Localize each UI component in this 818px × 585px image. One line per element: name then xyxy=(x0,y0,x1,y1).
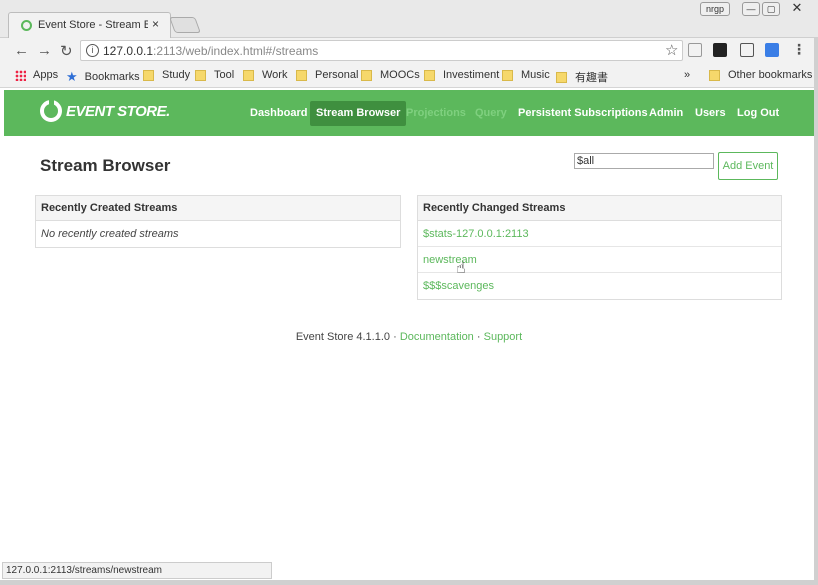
list-item: $stats-127.0.0.1:2113 xyxy=(418,221,781,247)
url-path: :2113/web/index.html#/streams xyxy=(153,44,319,58)
list-item: $$$scavenges xyxy=(418,273,781,299)
nav-stream-browser[interactable]: Stream Browser xyxy=(310,101,407,126)
window-frame xyxy=(814,38,818,585)
nav-users[interactable]: Users xyxy=(695,101,726,126)
bookmark-label: Personal xyxy=(315,69,359,81)
stream-link[interactable]: $stats-127.0.0.1:2113 xyxy=(423,228,529,240)
separator: · xyxy=(393,331,397,343)
bookmark-apps[interactable]: Apps xyxy=(15,69,58,81)
tab-title: Event Store - Stream Browser xyxy=(38,19,148,31)
extension-reader-icon[interactable] xyxy=(740,43,754,57)
url-host: 127.0.0.1 xyxy=(103,44,154,58)
app-header: EVENT STORE. Dashboard Stream Browser Pr… xyxy=(4,90,814,136)
extension-pocket-icon[interactable] xyxy=(765,43,779,57)
star-icon: ★ xyxy=(66,69,78,84)
tab-close-icon[interactable]: × xyxy=(152,17,159,31)
documentation-link[interactable]: Documentation xyxy=(400,331,474,343)
bookmark-label: Tool xyxy=(214,69,235,81)
hand-cursor-icon: ☝ xyxy=(456,260,466,277)
bookmark-label: Investiment xyxy=(443,69,500,81)
bookmark-bookmarks[interactable]: ★ Bookmarks xyxy=(66,69,140,85)
bookmark-other[interactable]: Other bookmarks xyxy=(709,69,812,81)
minimize-button[interactable]: — xyxy=(742,2,760,16)
stream-link[interactable]: newstream xyxy=(423,254,477,266)
new-tab-button[interactable] xyxy=(169,17,201,33)
logo-ring-icon xyxy=(40,99,62,122)
profile-button[interactable]: nrgp xyxy=(700,2,730,16)
bookmark-investiment[interactable]: Investiment xyxy=(424,69,499,81)
bookmark-label: Other bookmarks xyxy=(728,69,813,81)
back-arrow-icon[interactable]: ← xyxy=(14,42,29,59)
reload-icon[interactable]: ↻ xyxy=(60,42,73,60)
bookmark-study[interactable]: Study xyxy=(143,69,190,81)
folder-icon xyxy=(143,69,154,81)
forward-arrow-icon[interactable]: → xyxy=(37,42,52,59)
nav-dashboard[interactable]: Dashboard xyxy=(250,101,307,126)
info-icon[interactable]: i xyxy=(86,44,99,57)
folder-icon xyxy=(709,69,720,81)
bookmark-label: Bookmarks xyxy=(84,71,140,83)
bookmark-tool[interactable]: Tool xyxy=(195,69,234,81)
bookmark-personal[interactable]: Personal xyxy=(296,69,358,81)
stream-search-input[interactable] xyxy=(574,153,714,169)
window-frame xyxy=(0,580,818,585)
folder-icon xyxy=(424,69,435,81)
bookmark-label: 有趣書 xyxy=(575,72,608,84)
bookmarks-overflow-icon[interactable]: » xyxy=(684,69,690,81)
address-bar[interactable]: i 127.0.0.1:2113/web/index.html#/streams… xyxy=(80,40,683,61)
event-store-logo[interactable]: EVENT STORE. xyxy=(40,99,170,122)
url-text[interactable]: 127.0.0.1:2113/web/index.html#/streams xyxy=(103,44,318,58)
eventstore-favicon-icon xyxy=(21,20,32,31)
browser-menu-icon[interactable]: ⋮ xyxy=(792,41,806,58)
nav-admin[interactable]: Admin xyxy=(649,101,683,126)
apps-icon xyxy=(15,69,26,81)
nav-query[interactable]: Query xyxy=(475,101,507,126)
bookmark-label: Work xyxy=(262,69,288,81)
list-item: newstream xyxy=(418,247,781,273)
footer: Event Store 4.1.1.0 · Documentation · Su… xyxy=(0,331,818,343)
folder-icon xyxy=(502,69,513,81)
stream-link[interactable]: $$$scavenges xyxy=(423,280,494,292)
recently-changed-panel: Recently Changed Streams $stats-127.0.0.… xyxy=(417,195,782,300)
folder-icon xyxy=(361,69,372,81)
nav-persistent-subscriptions[interactable]: Persistent Subscriptions xyxy=(518,101,648,126)
folder-icon xyxy=(556,71,567,83)
bookmark-label: Music xyxy=(521,69,550,81)
logo-text: EVENT STORE. xyxy=(66,102,170,120)
bookmark-star-icon[interactable]: ☆ xyxy=(665,41,678,59)
add-event-button[interactable]: Add Event xyxy=(718,152,778,180)
bookmark-label: Apps xyxy=(33,69,59,81)
extension-play-icon[interactable] xyxy=(713,43,727,57)
separator: · xyxy=(476,331,481,343)
bookmark-books[interactable]: 有趣書 xyxy=(556,69,608,85)
bookmark-moocs[interactable]: MOOCs xyxy=(361,69,420,81)
folder-icon xyxy=(296,69,307,81)
nav-log-out[interactable]: Log Out xyxy=(737,101,779,126)
bookmark-label: Study xyxy=(162,69,191,81)
panel-heading: Recently Changed Streams xyxy=(418,196,781,221)
browser-toolbar: ← → ↻ i 127.0.0.1:2113/web/index.html#/s… xyxy=(0,38,818,65)
status-bar: 127.0.0.1:2113/streams/newstream xyxy=(2,562,272,579)
empty-message: No recently created streams xyxy=(41,228,179,240)
bookmark-work[interactable]: Work xyxy=(243,69,287,81)
extension-copy-icon[interactable] xyxy=(688,43,702,57)
version-text: Event Store 4.1.1.0 xyxy=(295,331,391,343)
nav-projections[interactable]: Projections xyxy=(406,101,466,126)
maximize-button[interactable]: ▢ xyxy=(762,2,780,16)
bookmark-music[interactable]: Music xyxy=(502,69,550,81)
close-window-button[interactable]: ✕ xyxy=(784,1,810,16)
page-title: Stream Browser xyxy=(40,156,171,175)
bookmarks-bar: Apps ★ Bookmarks Study Tool Work Personal… xyxy=(0,65,818,88)
browser-tab[interactable]: Event Store - Stream Browser × xyxy=(8,12,171,38)
panel-heading: Recently Created Streams xyxy=(36,196,400,221)
recently-created-panel: Recently Created Streams No recently cre… xyxy=(35,195,401,248)
bookmark-label: MOOCs xyxy=(380,69,420,81)
folder-icon xyxy=(195,69,206,81)
browser-titlebar: Event Store - Stream Browser × nrgp — ▢ … xyxy=(0,0,818,38)
support-link[interactable]: Support xyxy=(484,331,523,343)
folder-icon xyxy=(243,69,254,81)
